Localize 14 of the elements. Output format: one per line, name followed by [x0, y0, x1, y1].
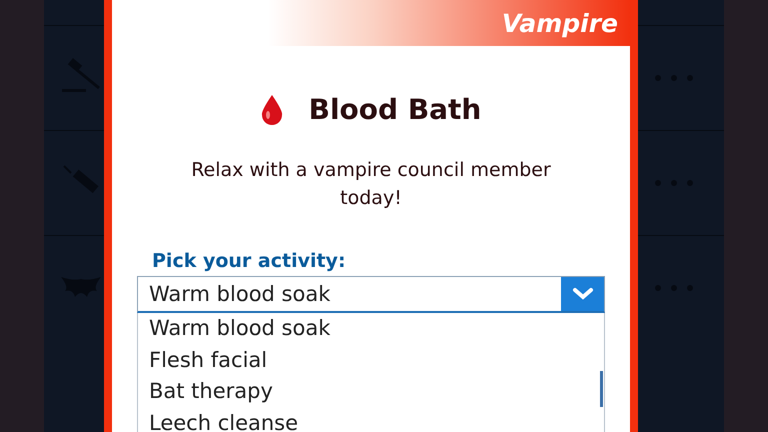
field-label: Pick your activity:	[152, 250, 346, 272]
blood-drop-icon	[260, 94, 283, 124]
category-title: Vampire	[502, 8, 618, 38]
activity-title: Blood Bath	[308, 93, 482, 126]
chevron-down-icon	[572, 287, 594, 301]
description: Relax with a vampire council member today!	[190, 158, 552, 211]
select-value: Warm blood soak	[148, 281, 332, 308]
option-item[interactable]: Bat therapy	[138, 376, 598, 408]
option-item[interactable]: Leech cleanse	[138, 408, 598, 432]
dropdown-button[interactable]	[561, 277, 604, 311]
activity-select[interactable]: Warm blood soak	[137, 276, 605, 313]
scrollbar[interactable]	[600, 371, 603, 407]
option-item[interactable]: Flesh facial	[138, 344, 598, 376]
option-item[interactable]: Warm blood soak	[138, 313, 598, 344]
